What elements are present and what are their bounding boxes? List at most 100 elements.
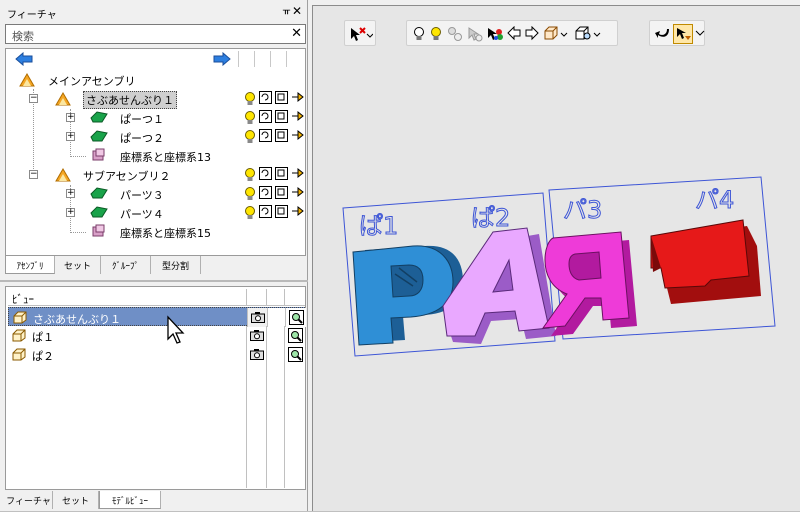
- close-icon[interactable]: ✕: [292, 4, 302, 18]
- letter-t-solid[interactable]: [650, 219, 761, 304]
- tree-item-coordinate-13[interactable]: 座標系と座標系13: [6, 147, 305, 165]
- expand-toggle[interactable]: +: [66, 113, 75, 122]
- bulb-icon[interactable]: [244, 205, 256, 223]
- tree-item-coordinate-15[interactable]: 座標系と座標系15: [6, 223, 305, 241]
- expand-toggle[interactable]: +: [66, 189, 75, 198]
- viewport[interactable]: ぱ1 ぱ2 パ3 パ4: [312, 5, 800, 512]
- forward-arrow-icon[interactable]: [212, 52, 232, 66]
- column-divider: [266, 364, 267, 488]
- view-row[interactable]: ぱ１: [8, 326, 305, 345]
- tab-group[interactable]: ｸﾞﾙｰﾌﾟ: [101, 256, 151, 274]
- pin-part-icon[interactable]: [291, 110, 305, 126]
- bulb-icon[interactable]: [244, 110, 256, 128]
- tab-set[interactable]: セット: [53, 491, 99, 509]
- view-row[interactable]: さぶあせんぶり１: [8, 307, 306, 327]
- copy-view-icon[interactable]: [275, 129, 288, 145]
- reset-icon[interactable]: [259, 110, 272, 126]
- tree-item-part-1[interactable]: + ぱーつ１: [6, 109, 305, 127]
- header-col: [266, 289, 284, 306]
- 3d-scene[interactable]: ぱ1 ぱ2 パ3 パ4: [313, 6, 800, 512]
- tree-item-label: サブアセンブリ２: [83, 170, 171, 183]
- view-label-4: パ4: [695, 186, 734, 214]
- tab-set[interactable]: セット: [55, 256, 101, 274]
- tree-line: [70, 232, 86, 233]
- feature-panel: フィーチャ ᚂ ✕ 検索 ✕ メインアセンブリ − さぶあせんぶり１ + ぱーつ…: [0, 0, 308, 517]
- reset-icon[interactable]: [259, 205, 272, 221]
- app-window: フィーチャ ᚂ ✕ 検索 ✕ メインアセンブリ − さぶあせんぶり１ + ぱーつ…: [0, 0, 800, 517]
- back-arrow-icon[interactable]: [14, 52, 34, 66]
- camera-cell[interactable]: [246, 326, 266, 345]
- pin-icon[interactable]: ᚂ: [283, 5, 290, 16]
- mouse-cursor-icon: [167, 315, 185, 344]
- reset-icon[interactable]: [259, 186, 272, 202]
- camera-cell[interactable]: [247, 308, 267, 327]
- clear-search-icon[interactable]: ✕: [291, 26, 302, 41]
- view-header-label: ﾋﾞｭｰ: [12, 293, 34, 306]
- tab-feature[interactable]: フィーチャ: [5, 491, 53, 509]
- assembly-icon: [55, 92, 71, 106]
- column-divider: [284, 364, 285, 488]
- nav-col-1: [238, 51, 254, 67]
- expand-toggle[interactable]: +: [66, 132, 75, 141]
- letter-a-solid[interactable]: [442, 227, 556, 344]
- zoom-view-icon: [288, 328, 303, 343]
- header-col: [246, 289, 266, 306]
- tree-item-label: パーツ３: [120, 189, 164, 202]
- tree-item-part-4[interactable]: + パーツ４: [6, 204, 305, 222]
- view-label-3: パ3: [563, 196, 602, 224]
- zoom-view-icon: [289, 310, 304, 325]
- empty-cell: [266, 345, 284, 364]
- reset-icon[interactable]: [259, 167, 272, 183]
- zoom-cell[interactable]: [284, 326, 305, 345]
- empty-cell: [267, 308, 285, 327]
- bulb-icon[interactable]: [244, 129, 256, 147]
- empty-cell: [266, 326, 284, 345]
- view-icon: [13, 311, 27, 324]
- pin-part-icon[interactable]: [291, 91, 305, 107]
- copy-view-icon[interactable]: [275, 110, 288, 126]
- tree-item-subassembly-1[interactable]: − さぶあせんぶり１: [6, 90, 306, 109]
- reset-icon[interactable]: [259, 91, 272, 107]
- bulb-icon[interactable]: [244, 186, 256, 204]
- search-input[interactable]: 検索 ✕: [5, 24, 306, 44]
- nav-col-3: [270, 51, 286, 67]
- pin-part-icon[interactable]: [291, 129, 305, 145]
- view-label-2: ぱ2: [471, 204, 510, 232]
- tree-item-part-3[interactable]: + パーツ３: [6, 185, 305, 203]
- zoom-cell[interactable]: [284, 345, 305, 364]
- copy-view-icon[interactable]: [275, 186, 288, 202]
- assembly-icon: [19, 73, 35, 87]
- pin-part-icon[interactable]: [291, 186, 305, 202]
- collapse-toggle[interactable]: −: [29, 170, 38, 179]
- copy-view-icon[interactable]: [275, 91, 288, 107]
- nav-col-4: [286, 51, 304, 67]
- copy-view-icon[interactable]: [275, 167, 288, 183]
- tree-item-part-2[interactable]: + ぱーつ２: [6, 128, 305, 146]
- bulb-icon[interactable]: [244, 91, 256, 109]
- bulb-icon[interactable]: [244, 167, 256, 185]
- pin-part-icon[interactable]: [291, 167, 305, 183]
- coordinate-system-icon: [92, 224, 105, 237]
- row-actions: [244, 167, 306, 183]
- tree-root[interactable]: メインアセンブリ: [6, 71, 305, 89]
- expand-toggle[interactable]: +: [66, 208, 75, 217]
- tab-mold-split[interactable]: 型分割: [151, 256, 201, 274]
- collapse-toggle[interactable]: −: [29, 94, 38, 103]
- reset-icon[interactable]: [259, 129, 272, 145]
- camera-cell[interactable]: [246, 345, 266, 364]
- letter-r-solid[interactable]: [541, 231, 637, 336]
- tab-model-view[interactable]: ﾓﾃﾞﾙﾋﾞｭｰ: [99, 491, 161, 509]
- panel-splitter[interactable]: [0, 280, 308, 282]
- tab-assembly[interactable]: ｱｾﾝﾌﾞﾘ: [5, 256, 55, 274]
- view-row[interactable]: ぱ２: [8, 345, 305, 364]
- tree-line: [70, 156, 86, 157]
- view-list-header: ﾋﾞｭｰ: [8, 289, 305, 306]
- tree-item-subassembly-2[interactable]: − サブアセンブリ２: [6, 166, 305, 184]
- view-icon: [12, 329, 26, 342]
- assembly-tree: メインアセンブリ − さぶあせんぶり１ + ぱーつ１ + ぱーつ２ 座標系と座標…: [5, 48, 306, 256]
- zoom-cell[interactable]: [285, 308, 306, 327]
- copy-view-icon[interactable]: [275, 205, 288, 221]
- row-actions: [244, 91, 306, 107]
- assembly-icon: [55, 168, 71, 182]
- pin-part-icon[interactable]: [291, 205, 305, 221]
